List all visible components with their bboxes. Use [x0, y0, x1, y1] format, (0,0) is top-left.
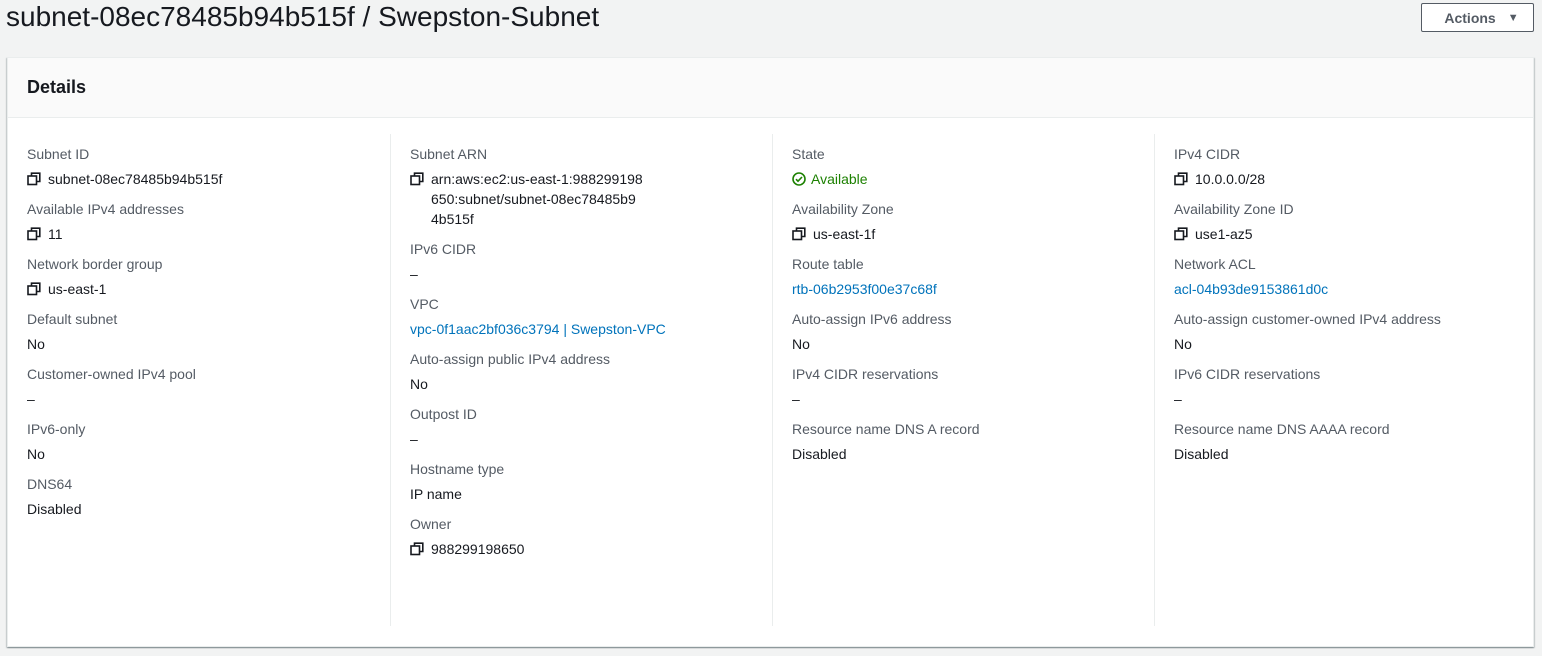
field-value: IP name — [410, 486, 462, 502]
field-value: 10.0.0.0/28 — [1195, 171, 1266, 187]
field-hostname-type: Hostname type IP name — [410, 459, 772, 504]
field-value: use1-az5 — [1195, 226, 1253, 242]
field-value: 988299198650 — [431, 541, 525, 557]
field-label: IPv6 CIDR reservations — [1174, 366, 1321, 382]
field-availability-zone: Availability Zone us-east-1f — [792, 199, 1154, 244]
field-value: – — [792, 391, 800, 407]
field-network-acl: Network ACL acl-04b93de9153861d0c — [1174, 254, 1536, 299]
field-label: IPv6 CIDR — [410, 241, 477, 257]
copy-icon[interactable] — [27, 227, 41, 241]
details-column-1: Subnet ID subnet-08ec78485b94b515f Avail… — [8, 134, 390, 626]
field-available-ipv4: Available IPv4 addresses 11 — [27, 199, 390, 244]
field-outpost-id: Outpost ID – — [410, 404, 772, 449]
actions-button-label: Actions — [1444, 9, 1496, 26]
copy-icon[interactable] — [1174, 172, 1188, 186]
copy-icon[interactable] — [792, 227, 806, 241]
field-label: Hostname type — [410, 461, 505, 477]
field-label: IPv4 CIDR — [1174, 146, 1241, 162]
field-ipv6-cidr: IPv6 CIDR – — [410, 239, 772, 284]
field-customer-owned-pool: Customer-owned IPv4 pool – — [27, 364, 390, 409]
field-auto-assign-public-ipv4: Auto-assign public IPv4 address No — [410, 349, 772, 394]
field-value: No — [792, 336, 810, 352]
field-label: Auto-assign customer-owned IPv4 address — [1174, 311, 1441, 327]
field-ipv4-cidr: IPv4 CIDR 10.0.0.0/28 — [1174, 144, 1536, 189]
copy-icon[interactable] — [1174, 227, 1188, 241]
caret-down-icon: ▼ — [1507, 11, 1519, 24]
field-state: State Available — [792, 144, 1154, 189]
field-label: Resource name DNS A record — [792, 421, 980, 437]
field-default-subnet: Default subnet No — [27, 309, 390, 354]
field-value: 11 — [48, 226, 63, 242]
field-dns-a-record: Resource name DNS A record Disabled — [792, 419, 1154, 464]
field-value: us-east-1 — [48, 281, 107, 297]
field-value: No — [27, 446, 45, 462]
field-label: Availability Zone — [792, 201, 894, 217]
field-label: Owner — [410, 516, 452, 532]
field-label: Availability Zone ID — [1174, 201, 1294, 217]
field-label: Auto-assign public IPv4 address — [410, 351, 610, 367]
page-title: subnet-08ec78485b94b515f / Swepston-Subn… — [6, 1, 600, 32]
field-label: IPv4 CIDR reservations — [792, 366, 939, 382]
copy-icon[interactable] — [410, 542, 424, 556]
field-value: Disabled — [27, 501, 82, 517]
actions-button[interactable]: Actions ▼ — [1421, 3, 1534, 32]
field-label: Outpost ID — [410, 406, 477, 422]
details-heading: Details — [27, 77, 87, 97]
field-label: Network ACL — [1174, 256, 1256, 272]
field-value: Disabled — [1174, 446, 1229, 462]
field-dns64: DNS64 Disabled — [27, 474, 390, 519]
details-column-2: Subnet ARN arn:aws:ec2:us-east-1:9882991… — [390, 134, 772, 626]
field-label: Route table — [792, 256, 864, 272]
field-ipv6-cidr-reservations: IPv6 CIDR reservations – — [1174, 364, 1536, 409]
field-subnet-arn: Subnet ARN arn:aws:ec2:us-east-1:9882991… — [410, 144, 772, 229]
field-value: us-east-1f — [813, 226, 876, 242]
field-route-table: Route table rtb-06b2953f00e37c68f — [792, 254, 1154, 299]
details-columns: Subnet ID subnet-08ec78485b94b515f Avail… — [8, 134, 1533, 626]
field-ipv4-cidr-reservations: IPv4 CIDR reservations – — [792, 364, 1154, 409]
field-value: – — [410, 266, 418, 282]
field-value: – — [27, 391, 35, 407]
field-vpc: VPC vpc-0f1aac2bf036c3794 | Swepston-VPC — [410, 294, 772, 339]
field-label: VPC — [410, 296, 439, 312]
field-label: Subnet ARN — [410, 146, 488, 162]
vpc-link[interactable]: vpc-0f1aac2bf036c3794 | Swepston-VPC — [410, 319, 666, 339]
field-auto-assign-ipv6: Auto-assign IPv6 address No — [792, 309, 1154, 354]
field-label: DNS64 — [27, 476, 73, 492]
field-value: – — [410, 431, 418, 447]
field-label: Default subnet — [27, 311, 118, 327]
details-panel-header: Details — [8, 58, 1533, 118]
field-subnet-id: Subnet ID subnet-08ec78485b94b515f — [27, 144, 390, 189]
field-label: Auto-assign IPv6 address — [792, 311, 952, 327]
field-value: No — [1174, 336, 1192, 352]
status-text: Available — [811, 171, 868, 187]
copy-icon[interactable] — [410, 172, 424, 186]
field-label: State — [792, 146, 825, 162]
route-table-link[interactable]: rtb-06b2953f00e37c68f — [792, 279, 937, 299]
field-value: No — [27, 336, 45, 352]
field-availability-zone-id: Availability Zone ID use1-az5 — [1174, 199, 1536, 244]
field-owner: Owner 988299198650 — [410, 514, 772, 559]
field-label: Available IPv4 addresses — [27, 201, 184, 217]
field-ipv6-only: IPv6-only No — [27, 419, 390, 464]
field-network-border-group: Network border group us-east-1 — [27, 254, 390, 299]
field-value: No — [410, 376, 428, 392]
details-column-4: IPv4 CIDR 10.0.0.0/28 Availability Zone … — [1154, 134, 1536, 626]
details-panel: Details Subnet ID subnet-08ec78485b94b51… — [7, 57, 1534, 647]
network-acl-link[interactable]: acl-04b93de9153861d0c — [1174, 279, 1328, 299]
field-dns-aaaa-record: Resource name DNS AAAA record Disabled — [1174, 419, 1536, 464]
field-label: Customer-owned IPv4 pool — [27, 366, 196, 382]
field-value: – — [1174, 391, 1182, 407]
copy-icon[interactable] — [27, 172, 41, 186]
details-column-3: State Available Availability Zone us-eas… — [772, 134, 1154, 626]
field-label: Network border group — [27, 256, 163, 272]
field-value: Disabled — [792, 446, 847, 462]
field-value: subnet-08ec78485b94b515f — [48, 171, 223, 187]
field-value: arn:aws:ec2:us-east-1:988299198650:subne… — [431, 171, 643, 227]
copy-icon[interactable] — [27, 282, 41, 296]
field-label: Resource name DNS AAAA record — [1174, 421, 1390, 437]
field-auto-assign-customer-owned: Auto-assign customer-owned IPv4 address … — [1174, 309, 1536, 354]
status-positive-icon — [792, 172, 806, 186]
field-label: IPv6-only — [27, 421, 86, 437]
field-label: Subnet ID — [27, 146, 90, 162]
